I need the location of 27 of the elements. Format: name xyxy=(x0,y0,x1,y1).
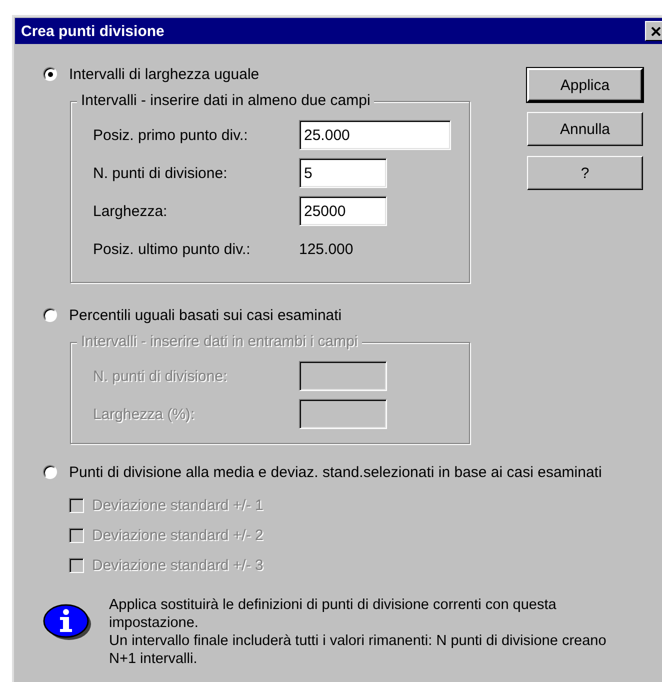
info-text: Un intervallo finale includerà tutti i valori rimanenti: N punti di divisione creano N+1 intervalli. xyxy=(109,632,608,668)
radio-label[interactable]: Percentili uguali basati sui casi esaminati xyxy=(69,306,342,324)
field-label: N. punti di divisione: xyxy=(93,164,228,182)
field-label: Posiz. primo punto div.: xyxy=(93,126,249,144)
field-label: Posiz. ultimo punto div.: xyxy=(93,240,252,258)
dialog-button[interactable]: ? xyxy=(527,156,643,190)
window-title: Crea punti divisione xyxy=(21,22,164,40)
radio-button[interactable] xyxy=(43,465,57,479)
field-label: Larghezza (%): xyxy=(93,406,196,422)
dialog-button[interactable]: Applica xyxy=(527,68,643,102)
group-title: Intervalli - inserire dati in almeno due campi xyxy=(77,92,374,109)
radio-label[interactable]: Intervalli di larghezza uguale xyxy=(69,66,260,82)
radio-button[interactable] xyxy=(43,67,57,81)
input-field[interactable]: 25.000 xyxy=(299,120,451,150)
radio-label[interactable]: Punti di divisione alla media e deviaz. stand.selezionati in base ai casi esaminati xyxy=(69,464,602,480)
field-label: Larghezza: xyxy=(93,202,168,220)
field-label: N. punti di divisione: xyxy=(93,368,228,384)
input-field[interactable]: 25000 xyxy=(299,196,387,226)
info-icon xyxy=(43,602,93,642)
close-button[interactable] xyxy=(645,21,662,41)
input-field[interactable]: 5 xyxy=(299,158,387,188)
info-text: Applica sostituirà le definizioni di punti di divisione correnti con questa impostazione. xyxy=(109,596,558,632)
radio-button[interactable] xyxy=(43,308,57,322)
dialog-button[interactable]: Annulla xyxy=(527,112,643,146)
group-title: Intervalli - inserire dati in entrambi i campi xyxy=(77,333,362,350)
readout-value: 125.000 xyxy=(299,240,354,258)
close-icon xyxy=(651,26,661,36)
